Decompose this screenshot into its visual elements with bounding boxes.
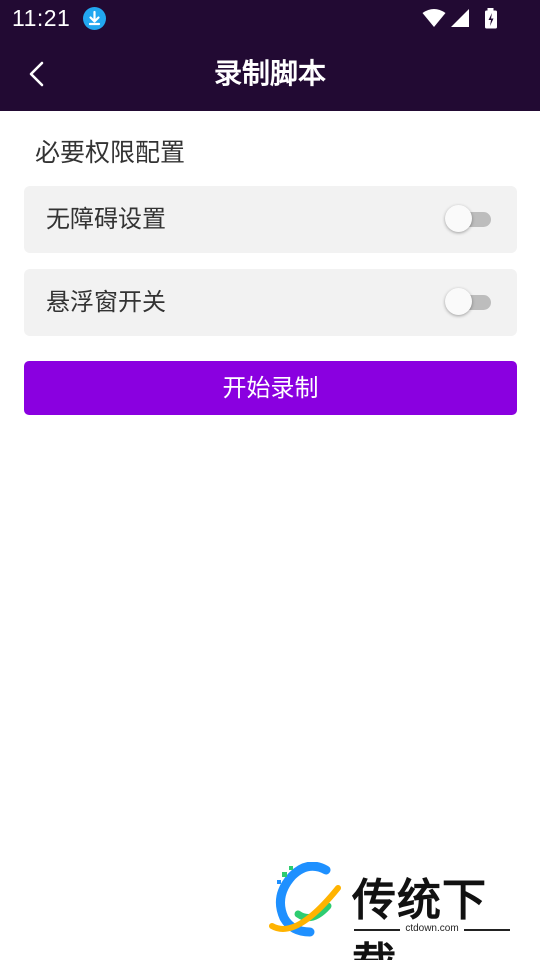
watermark-divider: [354, 929, 400, 931]
watermark-title: 传统下载: [352, 875, 487, 960]
setting-row-floating-window: 悬浮窗开关: [24, 269, 517, 336]
watermark-logo-icon: [269, 862, 341, 937]
setting-label-accessibility: 无障碍设置: [46, 205, 166, 233]
chevron-left-icon: [29, 61, 44, 87]
cellular-signal-icon: [451, 9, 469, 27]
watermark-divider: [464, 929, 510, 931]
setting-row-accessibility: 无障碍设置: [24, 186, 517, 253]
wifi-icon: [422, 9, 446, 27]
watermark: 传统下载 ctdown.com: [268, 862, 518, 960]
section-title: 必要权限配置: [35, 138, 186, 167]
app-bar: 录制脚本: [0, 37, 540, 111]
start-recording-button[interactable]: 开始录制: [24, 361, 517, 415]
download-notification-icon: [83, 7, 106, 30]
watermark-url: ctdown.com: [405, 923, 459, 934]
accessibility-toggle[interactable]: [445, 205, 491, 232]
setting-label-floating-window: 悬浮窗开关: [46, 288, 166, 316]
battery-charging-icon: [485, 8, 497, 29]
page-title: 录制脚本: [213, 57, 326, 90]
back-button[interactable]: [18, 55, 58, 95]
status-time: 11:21: [12, 5, 71, 31]
floating-window-toggle[interactable]: [445, 288, 491, 315]
toggle-thumb: [445, 288, 472, 315]
toggle-thumb: [445, 205, 472, 232]
status-icons: [422, 8, 502, 29]
status-bar: 11:21: [0, 0, 540, 37]
